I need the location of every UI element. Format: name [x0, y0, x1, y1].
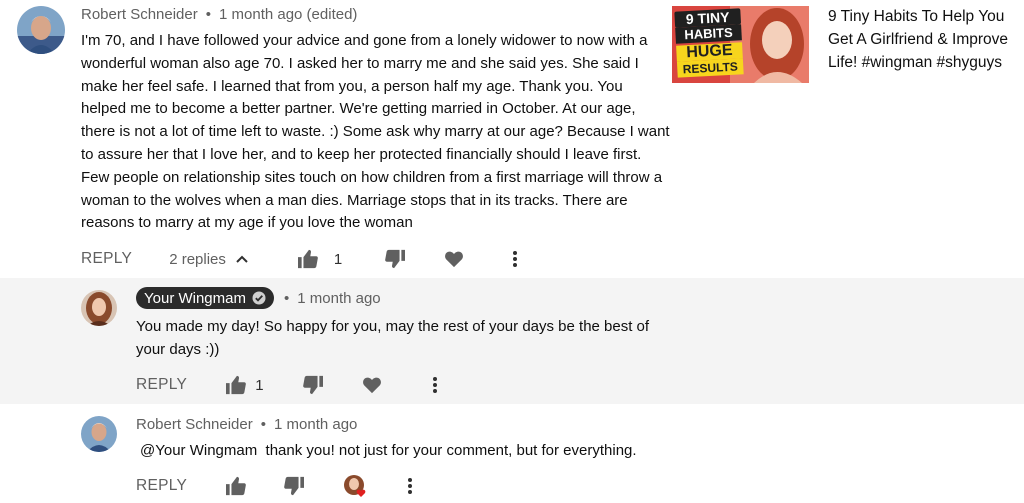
reply-actions: REPLY 1: [136, 373, 438, 397]
thumb-down-icon: [284, 476, 305, 496]
separator: •: [205, 6, 211, 23]
heart-icon: [362, 377, 381, 394]
author-name[interactable]: Robert Schneider: [81, 6, 198, 23]
separator: •: [283, 289, 290, 307]
thumb-up-icon: [226, 375, 247, 395]
like-count: 1: [333, 250, 343, 268]
reply-button[interactable]: REPLY: [81, 250, 132, 268]
like-button[interactable]: [225, 375, 247, 395]
chevron-up-icon: [236, 255, 248, 263]
more-vert-icon: [513, 251, 518, 267]
author-name[interactable]: Robert Schneider: [136, 416, 253, 433]
more-vert-icon: [408, 478, 413, 494]
more-vert-icon: [432, 377, 437, 393]
thumb-down-icon: [302, 375, 323, 395]
video-title[interactable]: 9 Tiny Habits To Help You Get A Girlfrie…: [828, 5, 1014, 74]
verified-check-icon: [252, 291, 266, 305]
thumb-up-icon: [297, 249, 318, 269]
author-avatar[interactable]: [17, 6, 65, 54]
dislike-button[interactable]: [384, 249, 406, 269]
heart-icon: [445, 251, 464, 268]
like-count: 1: [255, 376, 264, 394]
creator-name: Your Wingmam: [144, 289, 246, 307]
thumb-down-icon: [385, 249, 406, 269]
reply-time[interactable]: 1 month ago: [297, 290, 380, 307]
dislike-button[interactable]: [302, 375, 324, 395]
like-button[interactable]: [297, 249, 319, 269]
more-options-button[interactable]: [432, 376, 438, 394]
reply-actions: REPLY: [136, 474, 413, 498]
creator-avatar[interactable]: [81, 290, 117, 326]
creator-header: Your Wingmam • 1 month ago: [136, 287, 381, 309]
dislike-button[interactable]: [283, 476, 305, 496]
comment-header: Robert Schneider • 1 month ago (edited): [81, 6, 357, 23]
thumb-up-icon: [226, 476, 247, 496]
replies-toggle[interactable]: 2 replies: [169, 251, 249, 268]
comment-text: I'm 70, and I have followed your advice …: [81, 32, 670, 232]
separator: •: [260, 416, 266, 433]
comment-actions: REPLY 2 replies 1: [81, 247, 518, 271]
more-options-button[interactable]: [512, 250, 518, 268]
reply-button[interactable]: REPLY: [136, 376, 187, 394]
reply-text: You made my day! So happy for you, may t…: [136, 318, 650, 358]
heart-button[interactable]: [362, 376, 382, 394]
reply-button[interactable]: REPLY: [136, 477, 187, 495]
heart-button[interactable]: [444, 250, 464, 268]
reply-header: Robert Schneider • 1 month ago: [136, 416, 357, 433]
reply-text: @Your Wingmam thank you! not just for yo…: [140, 442, 637, 459]
creator-name-badge[interactable]: Your Wingmam: [136, 287, 274, 309]
reply-time[interactable]: 1 month ago: [274, 416, 357, 433]
replies-label: 2 replies: [169, 250, 226, 268]
like-button[interactable]: [225, 476, 247, 496]
author-avatar[interactable]: [81, 416, 117, 452]
comment-time[interactable]: 1 month ago (edited): [219, 6, 357, 23]
creator-heart-badge-icon: [344, 475, 366, 497]
creator-heart-badge: [343, 474, 367, 498]
more-options-button[interactable]: [407, 477, 413, 495]
video-thumbnail[interactable]: 9 TINY HABITS HUGE RESULTS: [672, 6, 809, 83]
